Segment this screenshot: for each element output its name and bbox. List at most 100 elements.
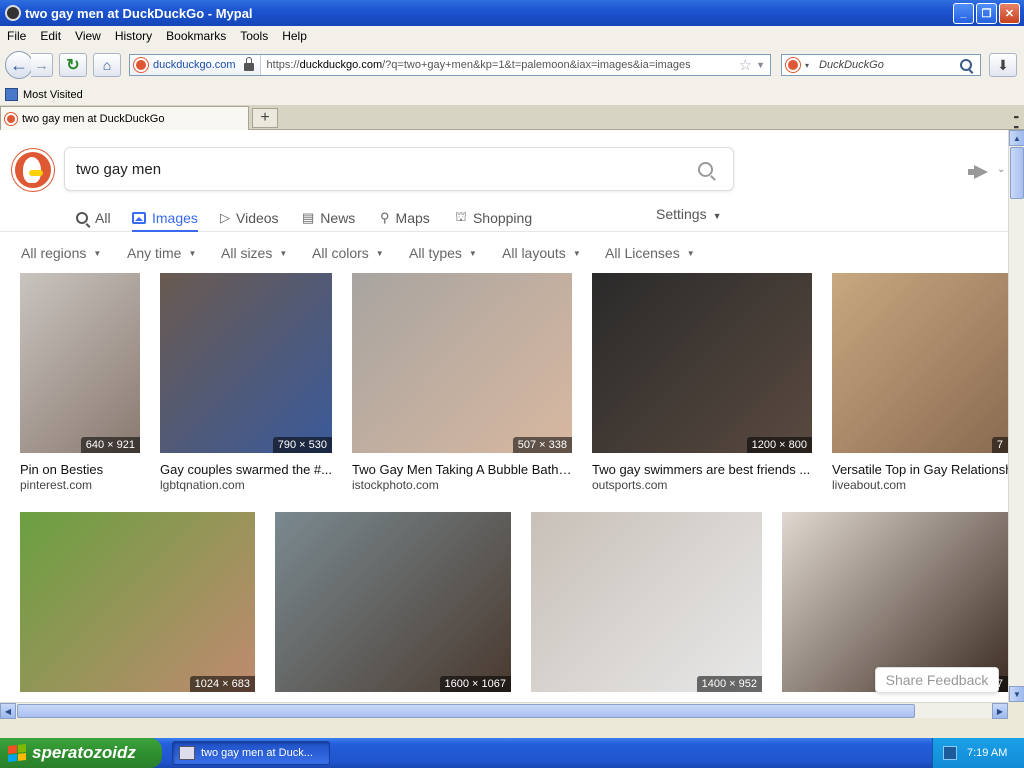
scroll-left-icon[interactable]: ◀ — [0, 703, 16, 719]
chevron-down-icon[interactable]: ⌄ — [997, 164, 1005, 175]
tab-shopping[interactable]: ⛫ Shopping — [455, 206, 532, 230]
bookmark-star-icon[interactable]: ☆ — [739, 56, 752, 74]
filter-type[interactable]: All types ▼ — [409, 245, 477, 261]
url-text[interactable]: https://duckduckgo.com/?q=two+gay+men&kp… — [261, 59, 739, 71]
identity-label: duckduckgo.com — [153, 59, 236, 71]
bookmark-most-visited[interactable]: Most Visited — [23, 89, 83, 101]
network-icon[interactable] — [943, 746, 957, 760]
filter-color[interactable]: All colors ▼ — [312, 245, 384, 261]
downloads-button[interactable]: ⬇ — [989, 53, 1017, 77]
image-result-1[interactable]: 640 × 921 — [20, 273, 140, 453]
newspaper-icon: ▤ — [302, 210, 315, 225]
start-button[interactable]: speratozoidz — [0, 738, 162, 768]
result-title[interactable]: Two gay swimmers are best friends ... — [592, 462, 812, 477]
scroll-down-icon[interactable]: ▼ — [1009, 686, 1024, 702]
tab-duckduckgo[interactable]: two gay men at DuckDuckGo — [0, 106, 249, 130]
tab-videos-label: Videos — [236, 210, 279, 226]
list-all-tabs-icon[interactable]: ▪▪ ▪▪ — [1014, 112, 1019, 132]
filter-layout[interactable]: All layouts ▼ — [502, 245, 581, 261]
search-bar[interactable]: ▾ DuckDuckGo — [781, 54, 981, 76]
taskbar: speratozoidz two gay men at Duck... 7:19… — [0, 738, 1024, 768]
close-button[interactable]: ✕ — [999, 2, 1020, 24]
home-button[interactable]: ⌂ — [93, 53, 121, 77]
caret-down-icon: ▼ — [468, 249, 477, 258]
tab-news[interactable]: ▤ News — [302, 206, 355, 230]
ddg-search-icon[interactable] — [698, 161, 713, 177]
ddg-search-input[interactable]: two gay men — [65, 161, 698, 178]
image-result-8[interactable]: 1400 × 952 — [531, 512, 762, 692]
menu-edit[interactable]: Edit — [33, 29, 68, 43]
vertical-scrollbar[interactable]: ▲ ▼ — [1008, 130, 1024, 702]
caret-down-icon: ▼ — [686, 249, 695, 258]
tab-favicon-icon — [5, 112, 17, 125]
search-engine-selector[interactable]: ▾ — [782, 58, 813, 72]
vertical-scroll-thumb[interactable] — [1010, 147, 1024, 199]
filter-bar: All regions ▼ Any time ▼ All sizes ▼ All co… — [0, 240, 1008, 268]
share-feedback-button[interactable]: Share Feedback — [875, 667, 999, 693]
navigation-toolbar: ← → ↻ ⌂ duckduckgo.com https://duckduckg… — [0, 46, 1024, 84]
result-title[interactable]: Pin on Besties — [20, 462, 140, 477]
tab-images[interactable]: Images — [132, 206, 198, 232]
clock[interactable]: 7:19 AM — [967, 747, 1007, 759]
url-dropdown-icon[interactable]: ▼ — [756, 60, 765, 70]
image-result-5[interactable]: 7 — [832, 273, 1008, 453]
minimize-button[interactable]: _ — [953, 2, 974, 24]
forward-button[interactable]: → — [31, 53, 53, 77]
result-title[interactable]: Gay couples swarmed the #... — [160, 462, 332, 477]
result-source[interactable]: lgbtqnation.com — [160, 478, 332, 492]
menu-view[interactable]: View — [68, 29, 108, 43]
search-icon[interactable] — [960, 59, 972, 71]
result-source[interactable]: liveabout.com — [832, 478, 1008, 492]
scroll-right-icon[interactable]: ▶ — [992, 703, 1008, 719]
maximize-button[interactable]: ❐ — [976, 2, 997, 24]
menu-file[interactable]: File — [0, 29, 33, 43]
image-result-4[interactable]: 1200 × 800 — [592, 273, 812, 453]
result-title[interactable]: Versatile Top in Gay Relationship — [832, 462, 1008, 477]
new-tab-button[interactable]: + — [252, 108, 278, 128]
tab-maps-label: Maps — [395, 210, 430, 226]
caret-down-icon: ▼ — [279, 249, 288, 258]
filter-time[interactable]: Any time ▼ — [127, 245, 196, 261]
caret-down-icon: ▼ — [712, 211, 722, 221]
horizontal-scrollbar[interactable]: ◀ ▶ — [0, 702, 1008, 719]
image-result-7[interactable]: 1600 × 1067 — [275, 512, 511, 692]
tab-maps[interactable]: ⚲ Maps — [380, 206, 430, 230]
filter-region-label: All regions — [21, 245, 87, 261]
filter-license[interactable]: All Licenses ▼ — [605, 245, 695, 261]
ddg-search-box[interactable]: two gay men — [64, 147, 734, 191]
title-bar: two gay men at DuckDuckGo - Mypal _ ❐ ✕ — [0, 0, 1024, 26]
menu-tools[interactable]: Tools — [233, 29, 275, 43]
filter-size[interactable]: All sizes ▼ — [221, 245, 287, 261]
menu-bookmarks[interactable]: Bookmarks — [159, 29, 233, 43]
scroll-up-icon[interactable]: ▲ — [1009, 130, 1024, 146]
image-result-3[interactable]: 507 × 338 — [352, 273, 572, 453]
back-button[interactable]: ← — [5, 51, 33, 79]
filter-region[interactable]: All regions ▼ — [21, 245, 101, 261]
megaphone-icon[interactable] — [968, 165, 990, 179]
tab-videos[interactable]: ▷ Videos — [220, 206, 279, 230]
image-result-6[interactable]: 1024 × 683 — [20, 512, 255, 692]
settings-menu[interactable]: Settings ▼ — [656, 206, 722, 222]
tab-all[interactable]: All — [76, 206, 111, 230]
duckduckgo-logo[interactable] — [12, 149, 54, 191]
menu-help[interactable]: Help — [275, 29, 314, 43]
tab-news-label: News — [320, 210, 356, 226]
url-path: /?q=two+gay+men&kp=1&t=palemoon&iax=imag… — [382, 59, 691, 71]
url-domain: duckduckgo.com — [299, 59, 383, 71]
tab-strip: two gay men at DuckDuckGo + ▪▪ ▪▪ — [0, 105, 1024, 132]
result-source[interactable]: outsports.com — [592, 478, 812, 492]
folder-icon — [5, 88, 18, 101]
image-result-2[interactable]: 790 × 530 — [160, 273, 332, 453]
reload-button[interactable]: ↻ — [59, 53, 87, 77]
image-result-9[interactable]: 7 — [782, 512, 1008, 692]
menu-history[interactable]: History — [108, 29, 159, 43]
result-source[interactable]: istockphoto.com — [352, 478, 572, 492]
result-source[interactable]: pinterest.com — [20, 478, 140, 492]
url-bar[interactable]: duckduckgo.com https://duckduckgo.com/?q… — [129, 54, 771, 76]
horizontal-scroll-thumb[interactable] — [17, 704, 915, 718]
caret-down-icon: ▼ — [188, 249, 197, 258]
tab-shopping-label: Shopping — [472, 210, 533, 226]
site-identity[interactable]: duckduckgo.com — [130, 55, 261, 75]
taskbar-item-browser[interactable]: two gay men at Duck... — [172, 741, 330, 765]
result-title[interactable]: Two Gay Men Taking A Bubble Bath ... — [352, 462, 572, 477]
